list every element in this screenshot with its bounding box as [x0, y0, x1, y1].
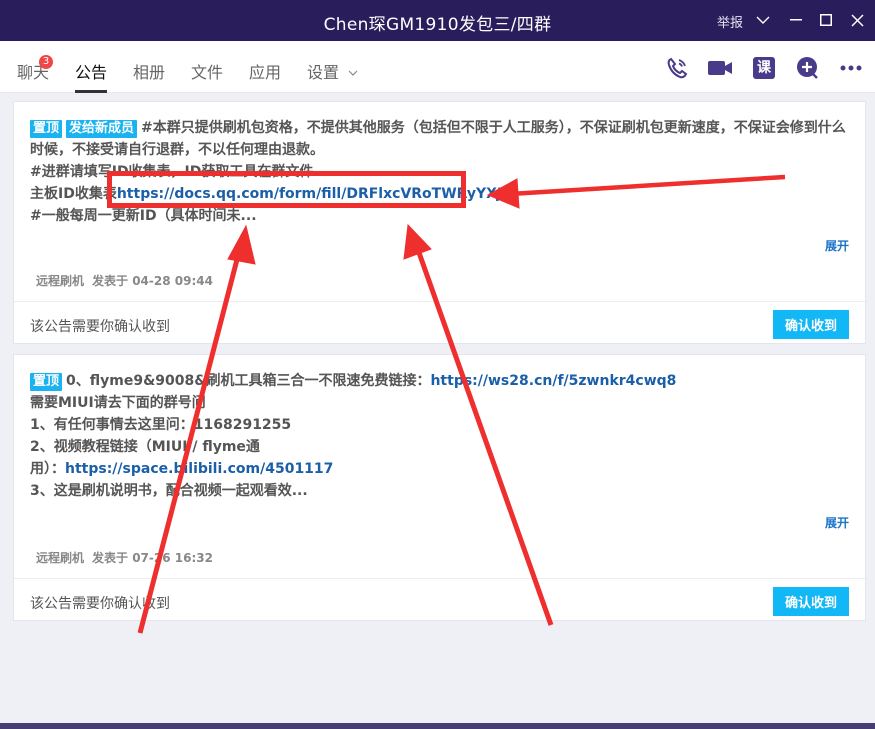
- announcement-line: 3、这是刷机说明书，配合视频一起观看效...: [30, 483, 308, 499]
- window-title: Chen琛GM1910发包三/四群: [323, 15, 552, 35]
- new-member-tag: 发给新成员: [66, 120, 138, 138]
- announcement-line: #本群只提供刷机包资格，不提供其他服务（包括但不限于人工服务），不保证刷机包更新…: [30, 120, 846, 158]
- announcement-content: 置顶 0、flyme9&9008&刷机工具箱三合一不限速免费链接：https://…: [14, 355, 865, 502]
- announcement-line: 置顶 0、flyme9&9008&刷机工具箱三合一不限速免费链接：https://…: [30, 370, 849, 392]
- tab-settings[interactable]: 设置: [307, 59, 358, 83]
- author-name[interactable]: 远程刷机: [36, 274, 84, 288]
- course-icon[interactable]: 课: [751, 55, 777, 81]
- voice-call-icon[interactable]: [664, 55, 690, 81]
- announcement-content: 置顶 发给新成员 #本群只提供刷机包资格，不提供其他服务（包括但不限于人工服务），不…: [14, 102, 865, 227]
- announcement-line: 1、有任何事情去这里问：1168291255: [30, 417, 292, 433]
- expand-link[interactable]: 展开: [825, 237, 849, 254]
- pinned-tag: 置顶: [30, 373, 63, 391]
- tab-announcements[interactable]: 公告: [75, 59, 107, 83]
- more-icon[interactable]: [838, 55, 864, 81]
- report-button[interactable]: 举报: [717, 12, 743, 31]
- announcement-line: 需要MIUI请去下面的群号问: [30, 395, 206, 411]
- minimize-icon[interactable]: [785, 9, 807, 31]
- announcement-line-prefix: 用）：: [30, 461, 65, 477]
- announcement-line: 用）：https://space.bilibili.com/4501117: [30, 458, 849, 480]
- announcement-meta: 远程刷机 发表于 04-28 09:44: [36, 272, 213, 289]
- tab-bar: 聊天 3 公告 相册 文件 应用 设置 课: [0, 41, 875, 93]
- video-link[interactable]: https://space.bilibili.com/4501117: [65, 461, 333, 477]
- close-icon[interactable]: [846, 9, 868, 31]
- chevron-down-icon: [348, 70, 358, 76]
- unread-badge: 3: [39, 55, 53, 69]
- window-bottom-edge: [0, 723, 875, 729]
- chevron-down-icon[interactable]: [752, 9, 774, 31]
- announcement-footer: 该公告需要你确认收到 确认收到: [14, 301, 865, 347]
- download-link[interactable]: https://ws28.cn/f/5zwnkr4cwq8: [430, 373, 676, 389]
- confirm-note: 该公告需要你确认收到: [30, 319, 170, 335]
- confirm-received-button[interactable]: 确认收到: [773, 587, 849, 616]
- maximize-icon[interactable]: [815, 9, 837, 31]
- tab-files[interactable]: 文件: [191, 59, 223, 83]
- posted-time: 发表于 04-28 09:44: [92, 274, 213, 288]
- announcement-line-prefix: 0、flyme9&9008&刷机工具箱三合一不限速免费链接：: [66, 373, 431, 389]
- announcement-card: 置顶 发给新成员 #本群只提供刷机包资格，不提供其他服务（包括但不限于人工服务），不…: [13, 101, 866, 344]
- author-name[interactable]: 远程刷机: [36, 551, 84, 565]
- video-call-icon[interactable]: [707, 55, 733, 81]
- announcement-line: 2、视频教程链接（MIUI / flyme通: [30, 439, 260, 455]
- tab-settings-label: 设置: [307, 63, 340, 82]
- posted-time: 发表于 07-26 16:32: [92, 551, 213, 565]
- tab-apps[interactable]: 应用: [249, 59, 281, 83]
- add-icon[interactable]: [795, 55, 821, 81]
- announcement-card: 置顶 0、flyme9&9008&刷机工具箱三合一不限速免费链接：https://…: [13, 354, 866, 621]
- title-bar: Chen琛GM1910发包三/四群 举报: [0, 0, 875, 41]
- announcement-line-prefix: 主板ID收集表: [30, 186, 117, 202]
- announcement-meta: 远程刷机 发表于 07-26 16:32: [36, 549, 213, 566]
- highlight-box: [107, 171, 466, 208]
- announcement-footer: 该公告需要你确认收到 确认收到: [14, 578, 865, 624]
- confirm-received-button[interactable]: 确认收到: [773, 310, 849, 339]
- announcement-line: #一般每周一更新ID（具体时间未...: [30, 208, 257, 224]
- pinned-tag: 置顶: [30, 120, 63, 138]
- confirm-note: 该公告需要你确认收到: [30, 596, 170, 612]
- tab-album[interactable]: 相册: [133, 59, 165, 83]
- announcement-text: 置顶 发给新成员 #本群只提供刷机包资格，不提供其他服务（包括但不限于人工服务），不…: [30, 117, 849, 161]
- active-tab-indicator: [75, 90, 107, 93]
- expand-link[interactable]: 展开: [825, 514, 849, 531]
